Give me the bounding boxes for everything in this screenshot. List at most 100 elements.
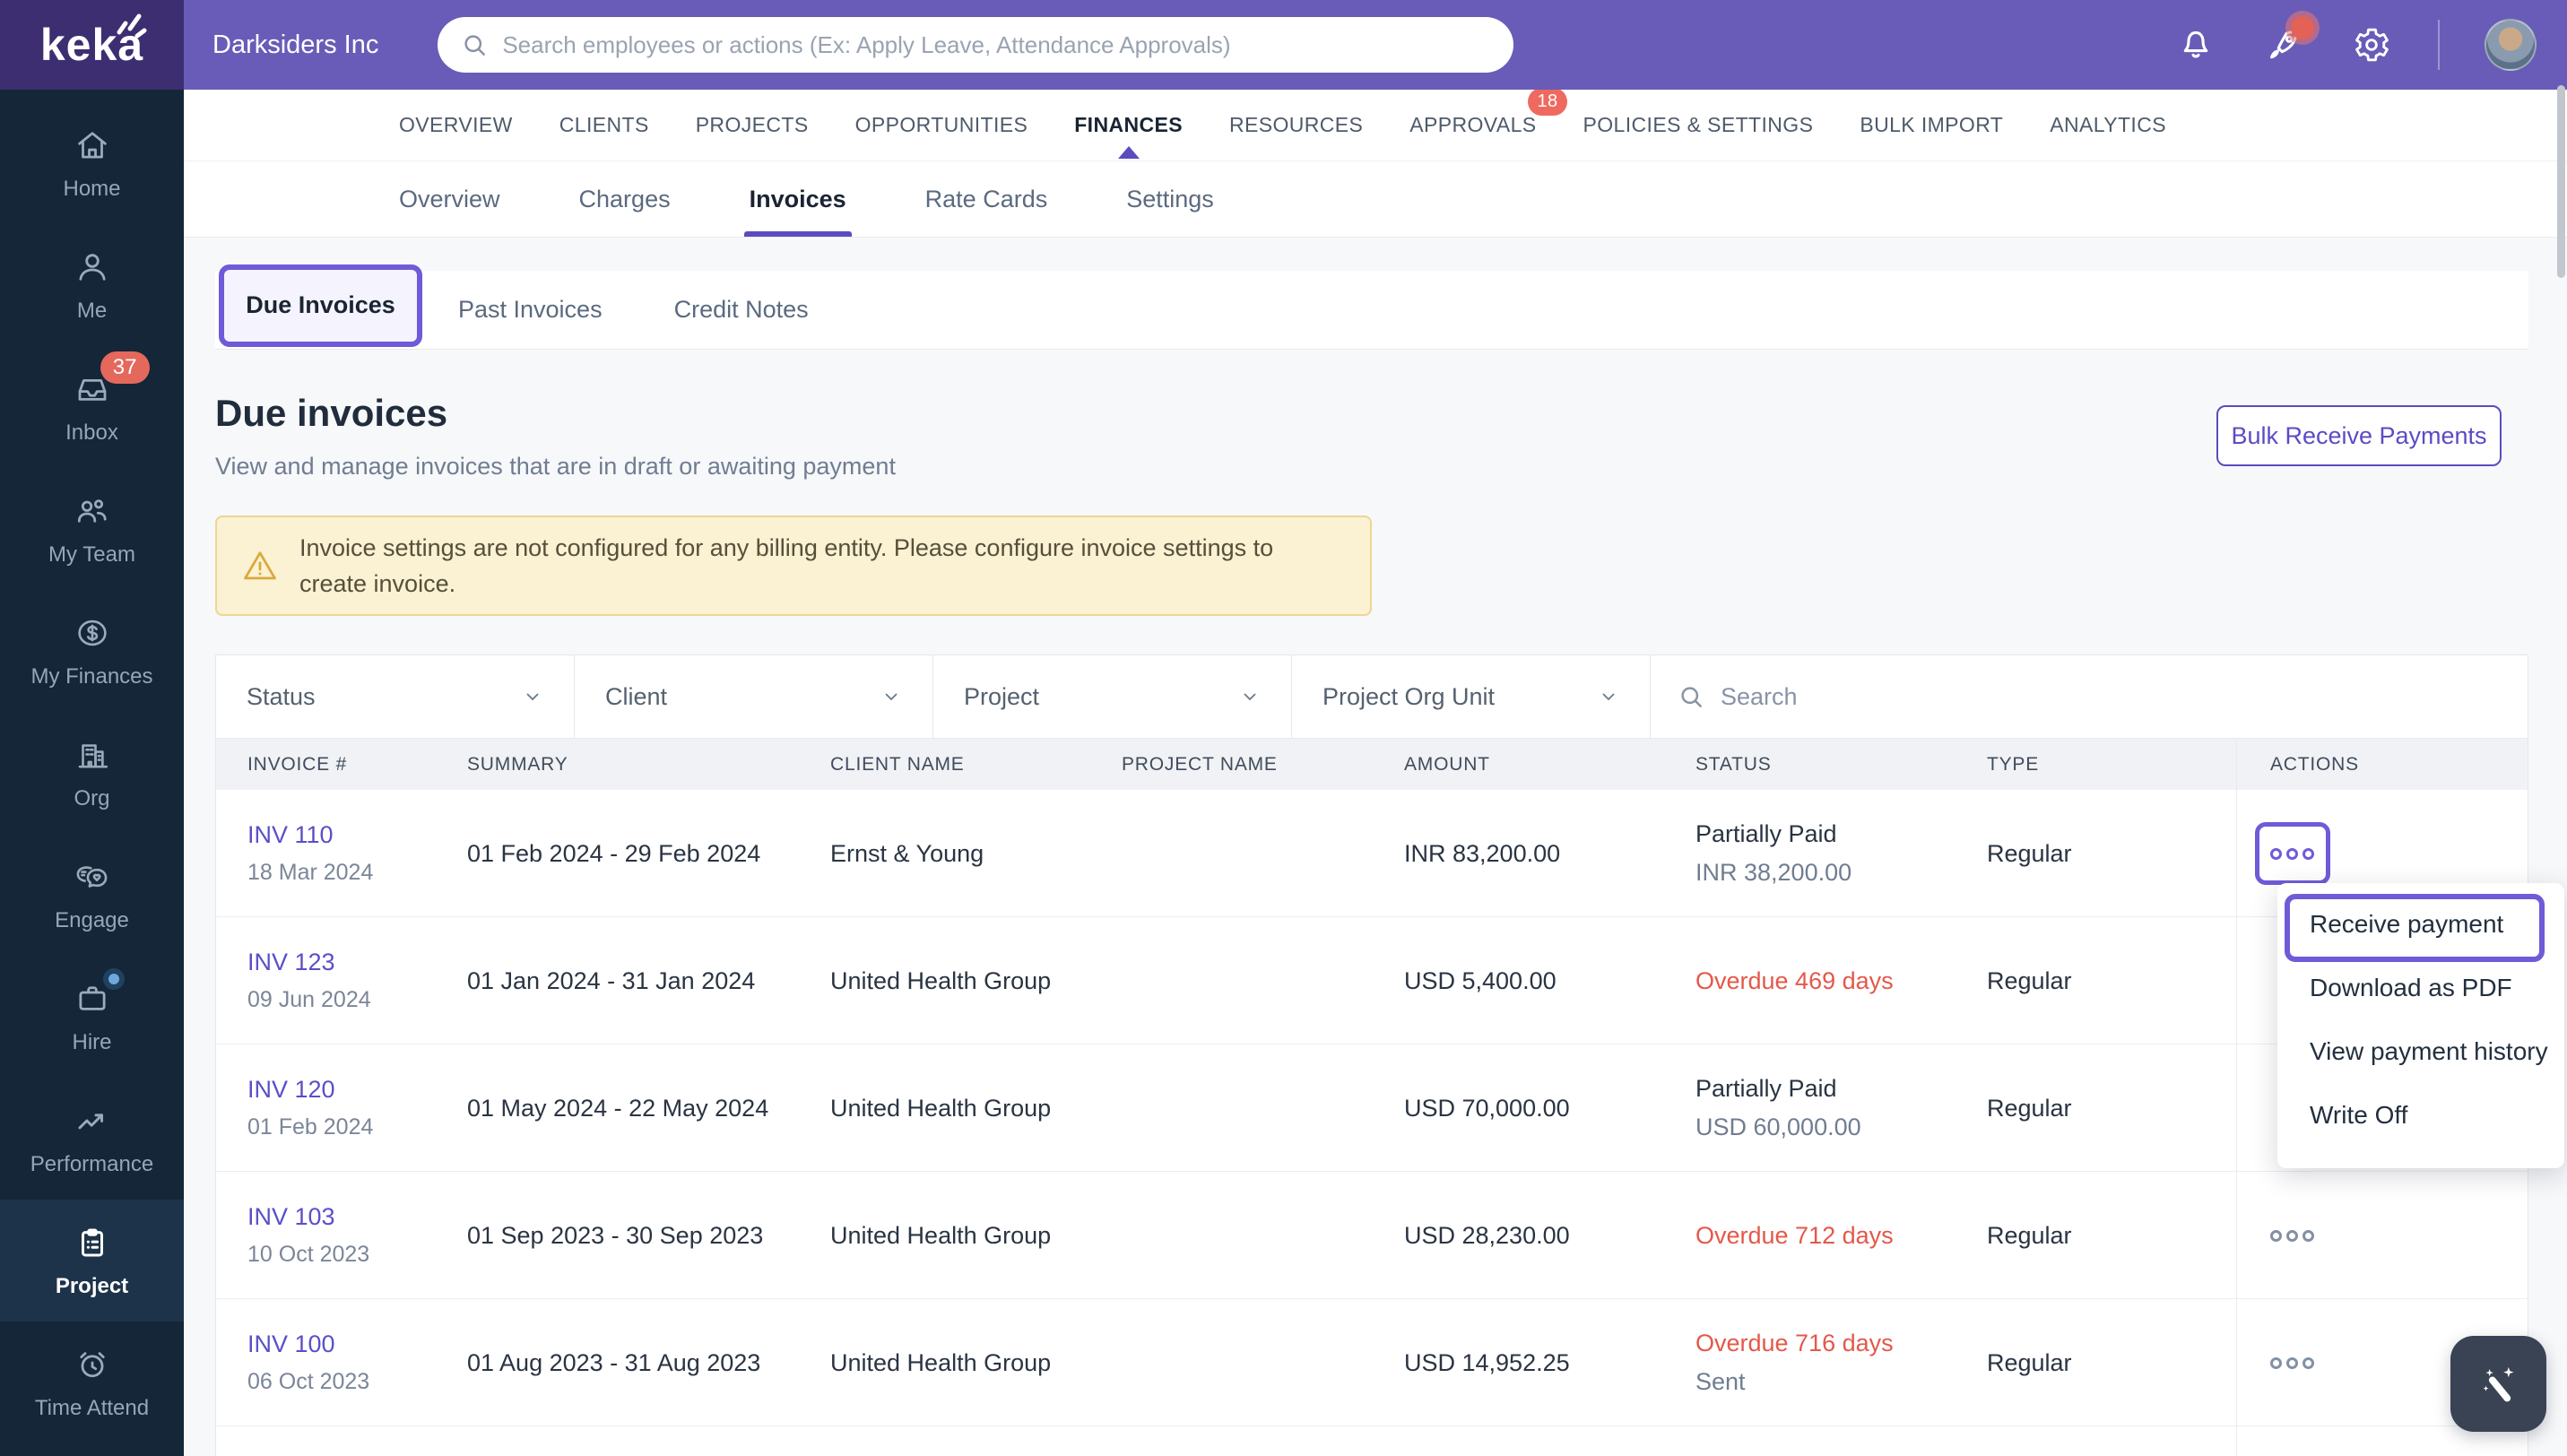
approvals-badge: 18 [1528,88,1567,116]
invoices-table-card: Status Client Project Project Org Unit S… [215,654,2528,1456]
global-search[interactable] [438,17,1514,73]
tab-credit-notes[interactable]: Credit Notes [674,296,809,324]
notifications-bell-icon[interactable] [2174,23,2217,66]
scrollbar-thumb[interactable] [2557,85,2565,278]
invoice-link[interactable]: INV 110 [247,821,449,849]
tab-resources[interactable]: RESOURCES [1229,91,1363,159]
actions-cell [2236,1172,2528,1299]
tab-policies-settings[interactable]: POLICIES & SETTINGS [1583,91,1814,159]
me-person-icon [73,247,112,287]
tab-bulk-import[interactable]: BULK IMPORT [1860,91,2003,159]
finances-subnav: Overview Charges Invoices Rate Cards Set… [184,161,2567,238]
magic-wand-icon [2482,1366,2514,1401]
row-actions-menu-icon[interactable] [2270,1356,2314,1369]
tab-approvals[interactable]: APPROVALS 18 [1409,88,1567,159]
finances-dollar-icon [73,613,112,653]
chevron-down-icon [885,693,898,701]
sidebar-item-inbox[interactable]: 37 Inbox [0,346,184,468]
filters-row: Status Client Project Project Org Unit S… [216,655,2528,739]
sidebar-item-engage[interactable]: Engage [0,834,184,956]
status-secondary: INR 38,200.00 [1695,859,1852,886]
tab-clients[interactable]: CLIENTS [559,91,649,159]
invoice-date: 09 Jun 2024 [247,987,371,1012]
tab-overview[interactable]: OVERVIEW [399,91,513,159]
menu-item-write-off[interactable]: Write Off [2277,1083,2564,1147]
hire-notification-dot [102,967,125,990]
menu-item-download-pdf[interactable]: Download as PDF [2277,956,2564,1019]
subtab-settings[interactable]: Settings [1126,161,1214,237]
table-row: INV 103 10 Oct 2023 01 Sep 2023 - 30 Sep … [216,1172,2528,1299]
row-actions-menu-icon[interactable] [2270,1229,2314,1242]
status-primary: Overdue 712 days [1695,1221,1894,1249]
filter-status-dropdown[interactable]: Status [216,655,575,738]
sidebar-item-project[interactable]: Project [0,1200,184,1322]
hire-briefcase-icon [73,967,125,1018]
sidebar-item-hire[interactable]: Hire [0,956,184,1078]
sidebar-item-home[interactable]: Home [0,102,184,224]
keka-logo[interactable]: keka [0,0,184,90]
tab-opportunities[interactable]: OPPORTUNITIES [855,91,1028,159]
status-primary: Partially Paid [1695,820,1837,847]
client-cell: United Health Group [830,966,1052,994]
subtab-invoices[interactable]: Invoices [743,161,852,237]
chevron-down-icon [1602,693,1615,701]
magic-wand-fab[interactable] [2450,1336,2546,1432]
status-secondary: USD 60,000.00 [1695,1114,1861,1140]
sidebar-item-my-team[interactable]: My Team [0,468,184,590]
performance-trend-icon [73,1101,112,1140]
active-tab-caret [1117,146,1140,159]
bulk-receive-payments-button[interactable]: Bulk Receive Payments [2216,405,2502,466]
company-name: Darksiders Inc [212,30,379,59]
invoice-date: 18 Mar 2024 [247,860,374,885]
sidebar-item-time-attend[interactable]: Time Attend [0,1322,184,1443]
col-project: PROJECT NAME [1122,753,1278,775]
tab-finances[interactable]: FINANCES [1074,91,1183,159]
rocket-icon[interactable] [2262,16,2314,66]
invoice-date: 01 Feb 2024 [247,1114,374,1140]
menu-item-receive-payment[interactable]: Receive payment [2277,892,2564,956]
sidebar-item-me[interactable]: Me [0,224,184,346]
user-avatar[interactable] [2485,19,2537,71]
invoice-link[interactable]: INV 123 [247,949,449,976]
sidebar-item-my-finances[interactable]: My Finances [0,590,184,712]
amount-cell: INR 83,200.00 [1404,839,1561,867]
tab-analytics[interactable]: ANALYTICS [2050,91,2166,159]
table-row: INV 110 18 Mar 2024 01 Feb 2024 - 29 Feb … [216,790,2528,917]
invoice-link[interactable]: INV 100 [247,1330,449,1358]
invoice-link[interactable]: INV 120 [247,1076,449,1104]
sidebar: Home Me 37 Inbox My Team My Finances Org… [0,90,184,1456]
col-actions: ACTIONS [2236,739,2528,790]
subtab-rate-cards[interactable]: Rate Cards [925,161,1048,237]
filter-org-unit-dropdown[interactable]: Project Org Unit [1292,655,1651,738]
invoice-link[interactable]: INV 103 [247,1203,449,1231]
table-header-row: INVOICE # SUMMARY CLIENT NAME PROJECT NA… [216,739,2528,790]
tab-projects[interactable]: PROJECTS [696,91,809,159]
rocket-notification-dot [2291,16,2314,39]
search-icon [464,35,486,56]
table-search[interactable] [1651,655,2528,738]
subtab-charges[interactable]: Charges [579,161,671,237]
sidebar-item-performance[interactable]: Performance [0,1078,184,1200]
global-search-input[interactable] [502,30,1491,59]
engage-chat-icon [73,857,112,897]
type-cell: Regular [1987,966,2072,994]
topbar: keka Darksiders Inc [0,0,2567,90]
table-search-input[interactable] [1721,682,2501,711]
sidebar-item-org[interactable]: Org [0,712,184,834]
actions-annotation-highlight [2255,822,2330,885]
main-area: OVERVIEW CLIENTS PROJECTS OPPORTUNITIES … [184,88,2567,1456]
summary-cell: 01 Feb 2024 - 29 Feb 2024 [467,839,761,867]
type-cell: Regular [1987,839,2072,867]
settings-gear-icon[interactable] [2350,23,2393,66]
filter-client-dropdown[interactable]: Client [575,655,933,738]
tab-past-invoices[interactable]: Past Invoices [458,296,603,324]
search-icon [1681,687,1702,707]
col-status: STATUS [1695,753,1772,775]
invoice-date: 10 Oct 2023 [247,1242,370,1267]
col-amount: AMOUNT [1404,753,1490,775]
tab-due-invoices-highlighted[interactable]: Due Invoices [219,264,422,347]
menu-item-view-payment-history[interactable]: View payment history [2277,1019,2564,1083]
subtab-overview[interactable]: Overview [399,161,500,237]
page-subtitle: View and manage invoices that are in dra… [215,453,896,480]
filter-project-dropdown[interactable]: Project [933,655,1292,738]
